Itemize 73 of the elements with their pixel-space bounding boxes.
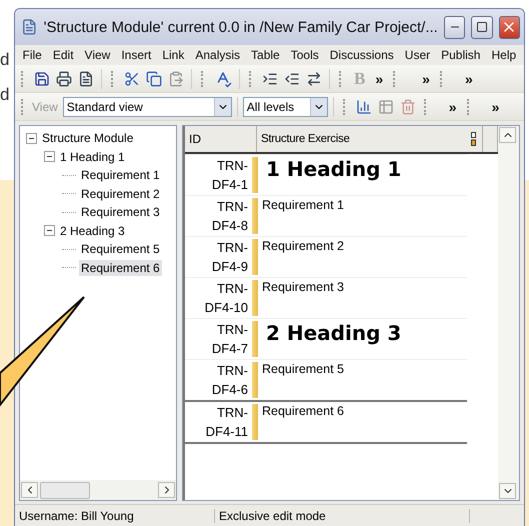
level-dropdown[interactable]: All levels xyxy=(242,96,328,116)
horizontal-scrollbar[interactable] xyxy=(20,480,176,500)
menu-item[interactable]: Link xyxy=(156,47,190,63)
overflow-button[interactable]: » xyxy=(488,98,504,114)
requirement-text: Requirement 1 xyxy=(261,197,345,214)
document-icon xyxy=(21,18,38,36)
overflow-button[interactable]: » xyxy=(418,70,434,86)
overflow-button[interactable]: » xyxy=(444,98,461,114)
view-label: View xyxy=(32,100,58,114)
collapse-toggle[interactable] xyxy=(26,132,37,144)
id-cell-text: TRN-DF4-7 xyxy=(210,321,249,358)
tree-item[interactable]: Requirement 2 xyxy=(79,186,162,202)
collapse-toggle[interactable] xyxy=(44,151,55,162)
window-title: 'Structure Module' current 0.0 in /New Family Car Project/... xyxy=(44,18,438,36)
column-marker-icon xyxy=(471,132,476,146)
row-marker xyxy=(252,157,258,193)
minimize-button[interactable] xyxy=(444,16,466,38)
row-marker xyxy=(252,239,258,275)
requirement-text: Requirement 6 xyxy=(261,403,345,420)
id-cell-text: TRN-DF4-6 xyxy=(210,362,249,399)
tree-item[interactable]: Requirement 5 xyxy=(79,241,162,258)
row-marker xyxy=(252,198,258,234)
print-icon[interactable] xyxy=(54,68,74,88)
tree-item[interactable]: Requirement 6 xyxy=(79,260,162,276)
status-text: Exclusive edit mode xyxy=(215,509,470,523)
menu-item[interactable]: Publish xyxy=(436,47,486,63)
id-cell-text: TRN-DF4-9 xyxy=(210,239,249,276)
maximize-icon xyxy=(476,21,488,33)
tree-item[interactable]: 1 Heading 1 xyxy=(58,148,127,165)
row-marker xyxy=(252,404,258,440)
requirement-text: Requirement 2 xyxy=(261,238,345,255)
row-marker xyxy=(252,321,258,357)
row-marker xyxy=(252,362,258,398)
menu-item[interactable]: Insert xyxy=(116,47,157,63)
vertical-scrollbar[interactable] xyxy=(498,126,519,500)
id-cell-text: TRN-DF4-11 xyxy=(204,404,249,441)
scroll-right-button[interactable] xyxy=(158,482,175,498)
tree-item[interactable]: Structure Module xyxy=(40,130,136,146)
requirement-text: Requirement 5 xyxy=(261,361,345,378)
requirement-text: Requirement 3 xyxy=(261,279,345,296)
collapse-toggle[interactable] xyxy=(44,225,55,236)
heading-text: 1 Heading 1 xyxy=(265,156,402,183)
copy-icon[interactable] xyxy=(144,68,164,88)
menu-item[interactable]: Table xyxy=(246,47,286,63)
status-text: Username: Bill Young xyxy=(15,509,215,523)
menu-item[interactable]: View xyxy=(79,47,116,63)
menu-item[interactable]: Help xyxy=(486,47,522,63)
scroll-down-button[interactable] xyxy=(499,483,516,499)
column-header[interactable]: ID xyxy=(185,126,257,152)
menu-item[interactable]: Edit xyxy=(47,47,80,63)
background-text: d xyxy=(0,85,10,105)
overflow-button[interactable]: » xyxy=(460,70,477,86)
id-cell-text: TRN-DF4-10 xyxy=(204,280,249,317)
menu-item[interactable]: File xyxy=(17,47,48,63)
overflow-button[interactable]: » xyxy=(371,70,388,86)
id-cell-text: TRN-DF4-8 xyxy=(210,198,249,235)
tree-item[interactable]: 2 Heading 3 xyxy=(58,222,127,239)
heading-text: 2 Heading 3 xyxy=(265,320,402,347)
tree-item[interactable]: Requirement 3 xyxy=(79,204,162,220)
background-text: d xyxy=(0,50,10,70)
row-marker xyxy=(252,280,258,316)
maximize-button[interactable] xyxy=(471,16,493,38)
menu-item[interactable]: User xyxy=(399,47,436,63)
menu-item[interactable]: Tools xyxy=(285,47,324,63)
close-button[interactable] xyxy=(498,16,520,38)
menu-item[interactable]: Analysis xyxy=(190,47,246,63)
column-header[interactable]: Structure Exercise xyxy=(257,126,483,152)
scroll-up-button[interactable] xyxy=(499,127,516,143)
id-cell-text: TRN-DF4-1 xyxy=(210,157,249,194)
tree-item[interactable]: Requirement 1 xyxy=(79,167,162,184)
scroll-left-button[interactable] xyxy=(21,482,38,498)
menu-item[interactable]: Discussions xyxy=(324,47,400,63)
view-dropdown[interactable]: Standard view xyxy=(62,96,232,116)
